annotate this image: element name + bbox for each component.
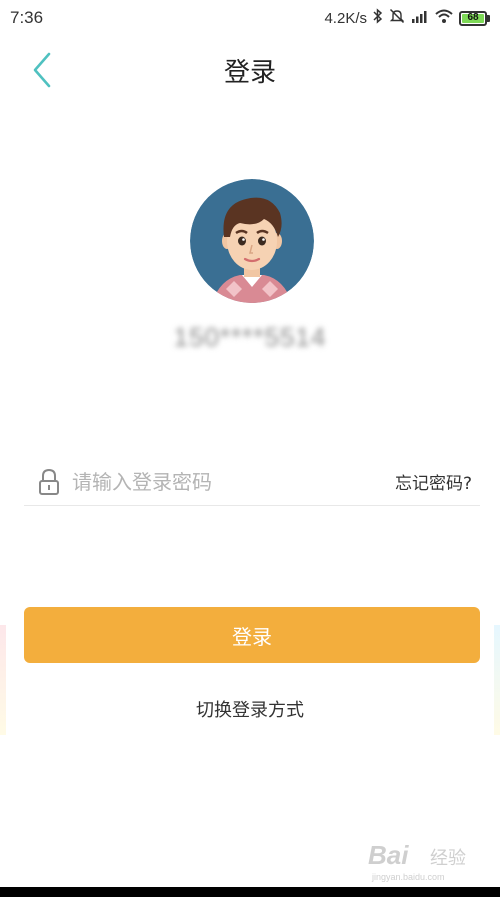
status-time: 7:36 (10, 8, 44, 27)
forgot-password-link[interactable]: 忘记密码? (395, 469, 472, 494)
status-bar: 7:36 4.2K/s 68 (0, 0, 500, 36)
login-button[interactable]: 登录 (24, 607, 480, 663)
nav-bar: 登录 (0, 36, 500, 104)
avatar (190, 179, 314, 303)
battery-tip (487, 14, 490, 22)
status-icons: 4.2K/s 68 (324, 7, 490, 29)
edge-tint-right (494, 625, 500, 735)
bluetooth-icon (373, 7, 383, 29)
signal-icon (411, 9, 429, 28)
cartoon-boy-avatar-icon (190, 179, 314, 303)
battery-icon: 68 (459, 10, 490, 26)
user-account: 150****5514 (173, 322, 327, 352)
password-row: 忘记密码? (24, 458, 480, 506)
switch-login-method-link[interactable]: 切换登录方式 (0, 696, 500, 722)
watermark-suffix: 经验 (430, 848, 466, 869)
edge-tint-left (0, 625, 6, 735)
lock-icon (36, 467, 62, 497)
page-title: 登录 (223, 58, 276, 88)
battery-level: 68 (462, 13, 484, 23)
password-input[interactable] (72, 461, 395, 502)
network-speed: 4.2K/s (324, 9, 367, 27)
wifi-icon (435, 9, 453, 28)
watermark-brand: Bai (368, 840, 409, 870)
watermark-url: jingyan.baidu.com (372, 872, 445, 882)
battery-body: 68 (459, 10, 487, 26)
bottom-bar (0, 887, 500, 897)
watermark: Bai 经验 jingyan.baidu.com (368, 838, 478, 886)
mute-icon (389, 8, 405, 29)
